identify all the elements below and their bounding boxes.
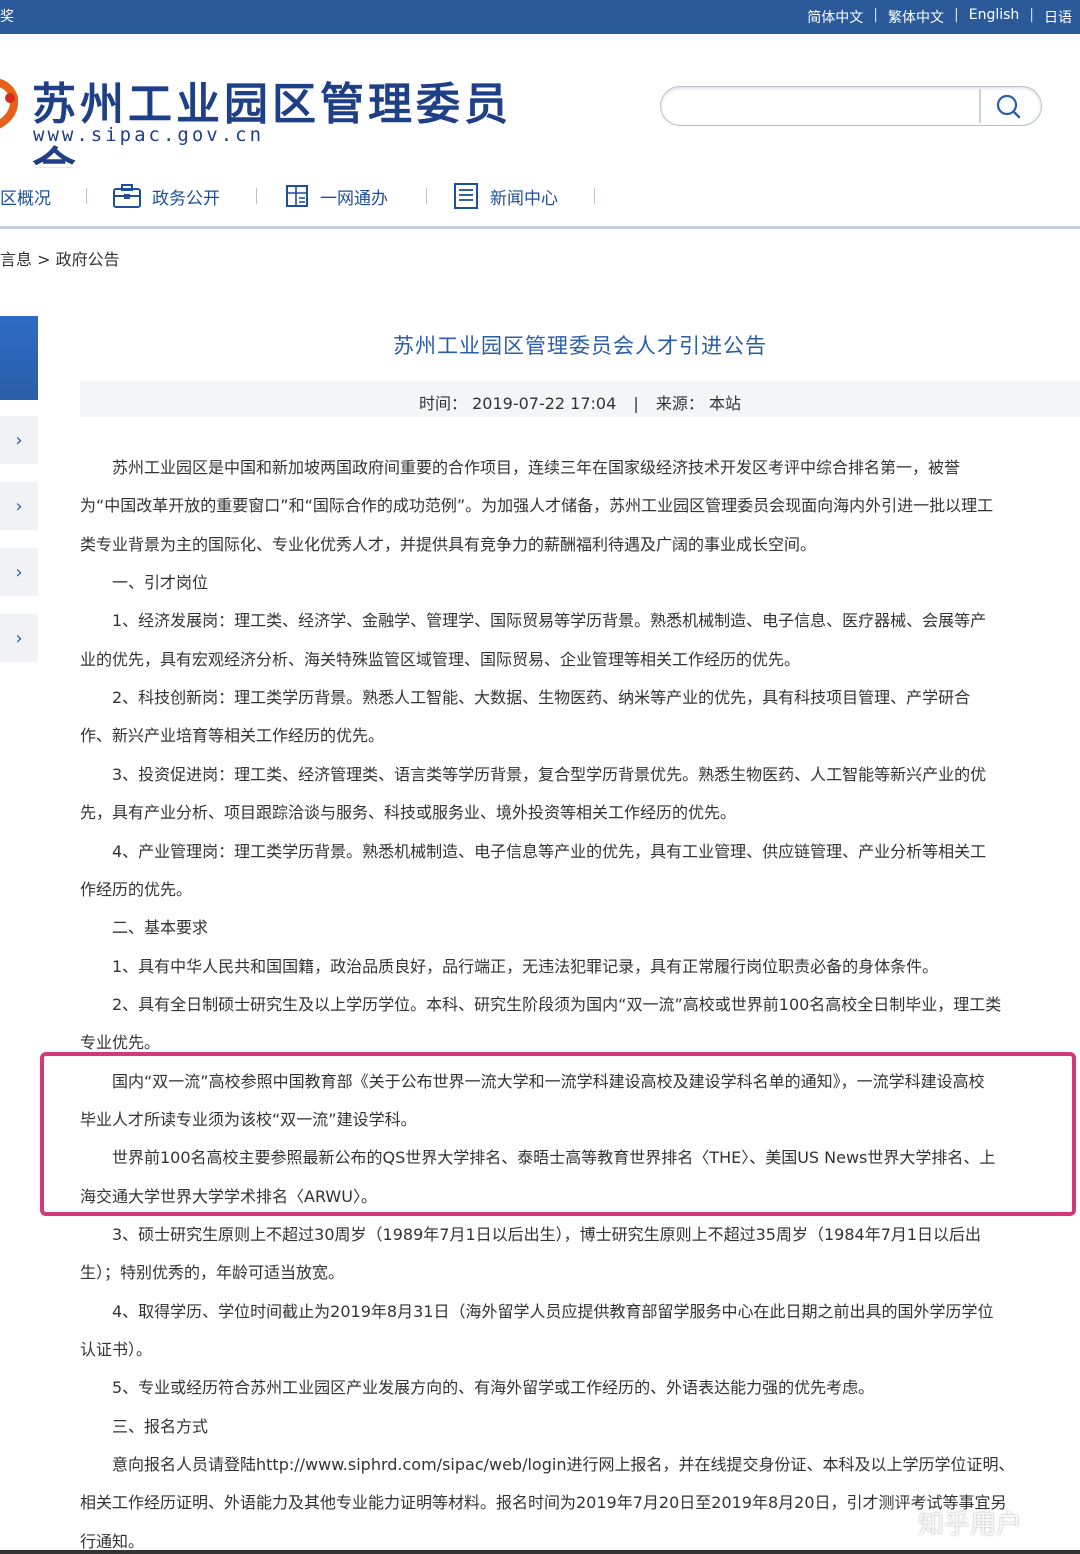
chevron-right-icon: › (15, 495, 23, 517)
article-line: 4、取得学历、学位时间截止为2019年8月31日（海外留学人员应提供教育部留学服… (80, 1302, 994, 1321)
article-line: 三、报名方式 (80, 1417, 209, 1436)
nav-item-overview[interactable]: 区概况 (0, 182, 51, 210)
highlight-box (40, 1052, 1076, 1216)
nav-separator (256, 188, 257, 204)
search-divider (979, 89, 981, 123)
article-line: 类专业背景为主的国际化、专业化优秀人才，并提供具有竞争力的薪酬福利待遇及广阔的事… (80, 535, 817, 554)
briefcase-icon (113, 184, 141, 208)
article-line: 4、产业管理岗：理工类学历背景。熟悉机械制造、电子信息等产业的优先，具有工业管理… (80, 842, 987, 861)
search-box (660, 86, 1042, 126)
nav-separator (594, 188, 595, 204)
article-meta: 时间： 2019-07-22 17:04 | 来源： 本站 (80, 390, 1080, 414)
chevron-right-icon: › (15, 627, 23, 649)
breadcrumb[interactable]: 言息 > 政府公告 (0, 246, 120, 270)
document-grid-icon (286, 185, 308, 207)
article-line: 作、新兴产业培育等相关工作经历的优先。 (80, 726, 385, 745)
site-logo[interactable]: 苏州工业园区管理委员会 www.sipac.gov.cn (0, 34, 542, 194)
site-url: www.sipac.gov.cn (33, 124, 265, 146)
article-line: 2、科技创新岗：理工类学历背景。熟悉人工智能、大数据、生物医药、纳米等产业的优先… (80, 688, 971, 707)
lang-separator: | (1029, 7, 1034, 23)
article-line: 1、经济发展岗：理工类、经济学、金融学、管理学、国际贸易等学历背景。熟悉机械制造… (80, 611, 987, 630)
meta-source-label: 来源： (655, 394, 704, 413)
article-line: 先，具有产业分析、项目跟踪洽谈与服务、科技或服务业、境外投资等相关工作经历的优先… (80, 803, 737, 822)
sidebar-item-4[interactable]: › (0, 614, 38, 662)
meta-time: 2019-07-22 17:04 (472, 394, 617, 413)
lang-simplified-chinese[interactable]: 简体中文 (807, 7, 863, 27)
search-input[interactable] (675, 93, 979, 119)
lang-separator: | (954, 7, 959, 23)
article-line: 二、基本要求 (80, 918, 209, 937)
sidebar-banner-image[interactable] (0, 316, 38, 400)
search-button[interactable] (989, 91, 1029, 121)
sidebar-item-3[interactable]: › (0, 548, 38, 596)
article-line: 业的优先，具有宏观经济分析、海关特殊监管区域管理、国际贸易、企业管理等相关工作经… (80, 650, 801, 669)
article-line: 作经历的优先。 (80, 880, 193, 899)
article-line: 为“中国改革开放的重要窗口”和“国际合作的成功范例”。为加强人才储备，苏州工业园… (80, 496, 994, 515)
news-list-icon (454, 183, 478, 209)
article-line: 苏州工业园区是中国和新加坡两国政府间重要的合作项目，连续三年在国家级经济技术开发… (80, 458, 961, 477)
meta-source: 本站 (708, 394, 741, 413)
nav-underline (0, 226, 1080, 229)
meta-time-label: 时间： (419, 394, 468, 413)
bottom-edge (0, 1550, 1080, 1554)
nav-separator (86, 188, 87, 204)
article-line: 一、引才岗位 (80, 573, 209, 592)
topbar-left-text: 奖 (0, 9, 14, 25)
lang-traditional-chinese[interactable]: 繁体中文 (888, 7, 944, 27)
nav-item-news-center[interactable]: 新闻中心 (452, 182, 558, 210)
nav-item-label: 一网通办 (320, 188, 388, 209)
nav-item-label: 政务公开 (152, 188, 220, 209)
article-line: 5、专业或经历符合苏州工业园区产业发展方向的、有海外留学或工作经历的、外语表达能… (80, 1378, 875, 1397)
meta-separator: | (633, 394, 639, 413)
nav-item-label: 区概况 (0, 188, 51, 209)
lang-japanese[interactable]: 日语 (1044, 7, 1072, 27)
lang-separator: | (873, 7, 878, 23)
article-line: 3、硕士研究生原则上不超过30周岁（1989年7月1日以后出生），博士研究生原则… (80, 1225, 982, 1244)
chevron-right-icon: › (15, 429, 23, 451)
article-title: 苏州工业园区管理委员会人才引进公告 (393, 334, 767, 358)
chevron-right-icon: › (15, 561, 23, 583)
watermark: 知乎用户 (918, 1510, 1023, 1540)
logo-emblem-icon (0, 78, 18, 129)
nav-item-one-stop-service[interactable]: 一网通办 (284, 182, 388, 210)
nav-item-government-affairs[interactable]: 政务公开 (112, 182, 220, 210)
article-line: 1、具有中华人民共和国国籍，政治品质良好，品行端正，无违法犯罪记录，具有正常履行… (80, 957, 939, 976)
article-line: 生）；特别优秀的，年龄可适当放宽。 (80, 1263, 345, 1282)
nav-separator (426, 188, 427, 204)
article-line: 认证书）。 (80, 1340, 153, 1359)
search-icon (996, 94, 1021, 119)
sidebar-item-2[interactable]: › (0, 482, 38, 530)
lang-english[interactable]: English (969, 7, 1020, 27)
site-header: 苏州工业园区管理委员会 www.sipac.gov.cn (0, 34, 1080, 194)
article-line: 2、具有全日制硕士研究生及以上学历学位。本科、研究生阶段须为国内“双一流”高校或… (80, 995, 1002, 1014)
sidebar-item-1[interactable]: › (0, 416, 38, 464)
language-switcher: 简体中文 | 繁体中文 | English | 日语 (807, 7, 1072, 27)
main-nav: 区概况 政务公开 一网通办 新闻中心 (0, 168, 1080, 224)
article-line: 意向报名人员请登陆http://www.siphrd.com/sipac/web… (80, 1455, 1015, 1474)
article-line: 3、投资促进岗：理工类、经济管理类、语言类等学历背景，复合型学历背景优先。熟悉生… (80, 765, 987, 784)
nav-item-label: 新闻中心 (490, 188, 558, 209)
top-bar: 奖 简体中文 | 繁体中文 | English | 日语 (0, 0, 1080, 34)
